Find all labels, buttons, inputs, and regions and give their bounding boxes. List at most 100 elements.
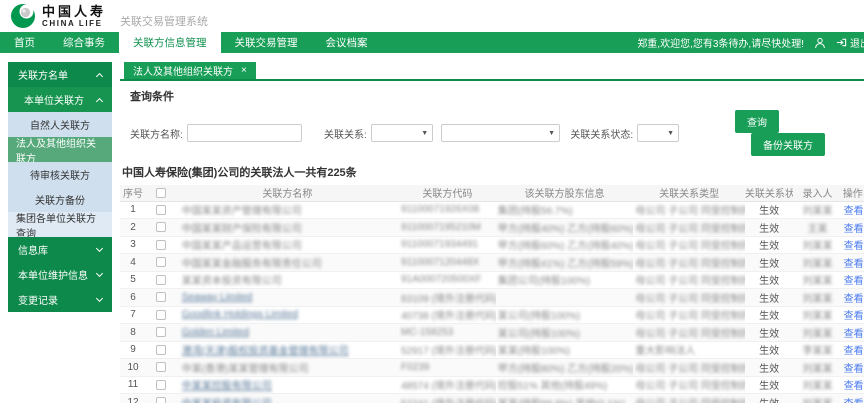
logo-text: 中国人寿 CHINA LIFE [42, 5, 106, 28]
shareholder-info-cell: 甲方(持股40%) 乙方(持股60%) [496, 219, 634, 237]
tab-legal-person-parties[interactable]: 法人及其他组织关联方 × [124, 62, 256, 79]
sidebar-item[interactable]: 法人及其他组织关联方 [8, 137, 112, 162]
relation-type: 母公司 子公司 同受控制的法人 [635, 364, 745, 375]
view-link[interactable]: 查看 [844, 346, 864, 357]
row-checkbox[interactable] [156, 240, 166, 250]
view-link[interactable]: 查看 [844, 381, 864, 392]
relation-select-1[interactable]: ▼ [371, 124, 433, 142]
relation-status-cell: 生效 [745, 271, 793, 289]
row-checkbox[interactable] [156, 257, 166, 267]
query-form: 关联方名称: 关联关系: ▼ ▼ 关联关系状态: ▼ 查询 备份关联方 [130, 110, 852, 156]
view-link[interactable]: 查看 [844, 259, 864, 270]
row-checkbox[interactable] [156, 292, 166, 302]
row-checkbox[interactable] [156, 380, 166, 390]
nav-item[interactable]: 首页 [0, 32, 49, 53]
operation-cell: 查看 [842, 359, 864, 377]
nav-item[interactable]: 综合事务 [49, 32, 119, 53]
view-link[interactable]: 查看 [844, 364, 864, 375]
close-icon[interactable]: × [241, 66, 247, 76]
nav-item[interactable]: 关联方信息管理 [119, 32, 221, 53]
sidebar-item[interactable]: 变更记录 [8, 287, 112, 312]
logout-icon [836, 37, 847, 48]
relation-type: 母公司 子公司 同受控制的法人 [635, 241, 745, 252]
relation-select-2[interactable]: ▼ [441, 124, 560, 142]
party-name: 中某(香港)某某管理有限公司 [182, 364, 309, 375]
relation-type-cell: 重大影响法人 [633, 341, 745, 359]
party-name-input[interactable] [187, 124, 302, 142]
app-window: 中国人寿 CHINA LIFE 关联交易管理系统 首页综合事务关联方信息管理关联… [0, 0, 864, 403]
view-link[interactable]: 查看 [844, 294, 864, 305]
relation-type: 母公司 子公司 同受控制的法人 [635, 311, 745, 322]
relation-type-cell: 母公司 子公司 同受控制的法人 [633, 324, 745, 342]
select-all-checkbox[interactable] [156, 188, 166, 198]
chevron-down-icon: ▼ [421, 130, 428, 137]
party-name: 中国某某产品运营有限公司 [182, 241, 302, 252]
sidebar-item-label: 法人及其他组织关联方 [16, 135, 104, 165]
party-name-label: 关联方名称: [130, 126, 183, 141]
view-link[interactable]: 查看 [844, 206, 864, 217]
search-button[interactable]: 查询 [735, 110, 779, 133]
row-checkbox[interactable] [156, 205, 166, 215]
party-code-cell: 91100071934491 [399, 236, 496, 254]
shareholder-info: 某公司(持股100%) [498, 311, 580, 322]
party-code: 83109 (境外注册代码) [401, 294, 496, 305]
row-checkbox[interactable] [156, 222, 166, 232]
entry-person-cell: 刘某某 [793, 271, 841, 289]
relation-type: 母公司 子公司 同受控制的法人 [635, 224, 745, 235]
shareholder-info: 某某(持股100%) [498, 346, 570, 357]
row-number: 8 [120, 324, 146, 342]
relation-status-cell: 生效 [745, 394, 793, 403]
logout-button[interactable]: 退出 [836, 35, 864, 50]
row-checkbox[interactable] [156, 362, 166, 372]
sidebar-item[interactable]: 自然人关联方 [8, 112, 112, 137]
row-checkbox[interactable] [156, 275, 166, 285]
shareholder-info: 集团(持股56.7%) [498, 206, 573, 217]
sidebar-item[interactable]: 关联方名单 [8, 62, 112, 87]
view-link[interactable]: 查看 [844, 399, 864, 403]
sidebar-item[interactable]: 集团各单位关联方查询 [8, 212, 112, 237]
row-checkbox-cell [146, 236, 176, 254]
shareholder-info-cell: 某某(持股100%) [496, 341, 634, 359]
nav-item[interactable]: 关联交易管理 [221, 32, 312, 53]
row-checkbox-cell [146, 394, 176, 403]
shareholder-info: 甲方(持股80%) 乙方(持股20%) [498, 364, 634, 375]
shareholder-info-cell: 甲方(持股60%) 乙方(持股40%) [496, 236, 634, 254]
view-link[interactable]: 查看 [844, 329, 864, 340]
sidebar-item[interactable]: 本单位关联方 [8, 87, 112, 112]
header-relation-status: 关联关系状态 [745, 185, 793, 201]
sidebar-item[interactable]: 信息库 [8, 237, 112, 262]
row-checkbox-cell [146, 324, 176, 342]
tab-label: 法人及其他组织关联方 [133, 63, 233, 78]
header-party-name: 关联方名称 [176, 185, 399, 201]
party-name-cell: 中国某某资产管理有限公司 [176, 201, 399, 219]
entry-person-cell: 刘某某 [793, 359, 841, 377]
row-checkbox[interactable] [156, 310, 166, 320]
party-code-cell: 91100071926X08 [399, 201, 496, 219]
row-checkbox[interactable] [156, 345, 166, 355]
party-code-cell: 83109 (境外注册代码) [399, 289, 496, 307]
party-code: F0239 [401, 362, 429, 373]
sidebar-item[interactable]: 待审核关联方 [8, 162, 112, 187]
nav-item[interactable]: 会议档案 [312, 32, 382, 53]
table-header-row: 序号 关联方名称 关联方代码 该关联方股东信息 关联关系类型 关联关系状态 录入… [120, 185, 864, 201]
backup-parties-button[interactable]: 备份关联方 [751, 133, 825, 156]
sidebar-menu: 关联方名单本单位关联方自然人关联方法人及其他组织关联方待审核关联方关联方备份集团… [0, 62, 120, 403]
view-link[interactable]: 查看 [844, 311, 864, 322]
relation-status-cell: 生效 [745, 289, 793, 307]
sidebar-item[interactable]: 关联方备份 [8, 187, 112, 212]
row-checkbox-cell [146, 254, 176, 272]
row-number: 1 [120, 201, 146, 219]
user-icon[interactable] [814, 37, 826, 49]
row-number: 10 [120, 359, 146, 377]
view-link[interactable]: 查看 [844, 276, 864, 287]
entry-person: 王某 [807, 224, 827, 235]
row-number: 4 [120, 254, 146, 272]
view-link[interactable]: 查看 [844, 224, 864, 235]
view-link[interactable]: 查看 [844, 241, 864, 252]
row-checkbox[interactable] [156, 397, 166, 403]
relation-type-cell: 母公司 子公司 同受控制的法人 [633, 289, 745, 307]
sidebar-item[interactable]: 本单位维护信息 [8, 262, 112, 287]
relation-status-select[interactable]: ▼ [637, 124, 679, 142]
row-checkbox[interactable] [156, 327, 166, 337]
party-name-cell: Seaway Limited [176, 289, 399, 307]
